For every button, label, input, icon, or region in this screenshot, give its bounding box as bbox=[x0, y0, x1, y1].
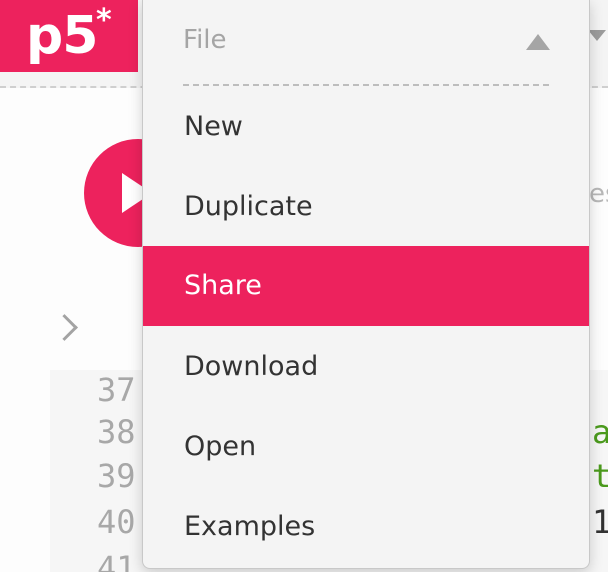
caret-up-icon bbox=[526, 34, 550, 50]
file-dropdown-menu: File New Duplicate Share Download Open E… bbox=[142, 0, 590, 569]
chevron-right-icon[interactable] bbox=[51, 314, 78, 341]
line-number: 37 bbox=[97, 371, 136, 409]
line-number: 41 bbox=[97, 549, 136, 572]
menu-item-share[interactable]: Share bbox=[143, 246, 589, 326]
p5-logo[interactable]: p5 * bbox=[0, 0, 138, 72]
caret-down-icon[interactable] bbox=[588, 30, 606, 41]
logo-text: p5 bbox=[26, 6, 98, 66]
menu-item-open[interactable]: Open bbox=[143, 407, 589, 487]
menu-item-new[interactable]: New bbox=[143, 87, 589, 167]
line-number: 38 bbox=[97, 413, 136, 451]
file-menu-title: File bbox=[183, 25, 227, 55]
menu-divider bbox=[183, 84, 549, 86]
line-number: 39 bbox=[97, 457, 136, 495]
line-number: 40 bbox=[97, 503, 136, 541]
toolbar-partial-label: es bbox=[589, 179, 608, 209]
menu-item-download[interactable]: Download bbox=[143, 327, 589, 407]
menu-item-label: Open bbox=[184, 431, 257, 462]
code-fragment: a bbox=[592, 413, 608, 451]
code-fragment: 1 bbox=[592, 503, 608, 541]
menu-item-label: Download bbox=[184, 351, 319, 382]
menu-item-label: Share bbox=[184, 270, 262, 301]
menu-item-label: New bbox=[184, 111, 243, 142]
menu-item-label: Examples bbox=[184, 511, 316, 542]
logo-asterisk: * bbox=[96, 3, 112, 38]
menu-item-examples[interactable]: Examples bbox=[143, 487, 589, 567]
file-menu-header[interactable]: File bbox=[143, 0, 589, 84]
code-fragment: t bbox=[592, 457, 608, 495]
menu-item-duplicate[interactable]: Duplicate bbox=[143, 167, 589, 247]
menu-item-label: Duplicate bbox=[184, 191, 313, 222]
